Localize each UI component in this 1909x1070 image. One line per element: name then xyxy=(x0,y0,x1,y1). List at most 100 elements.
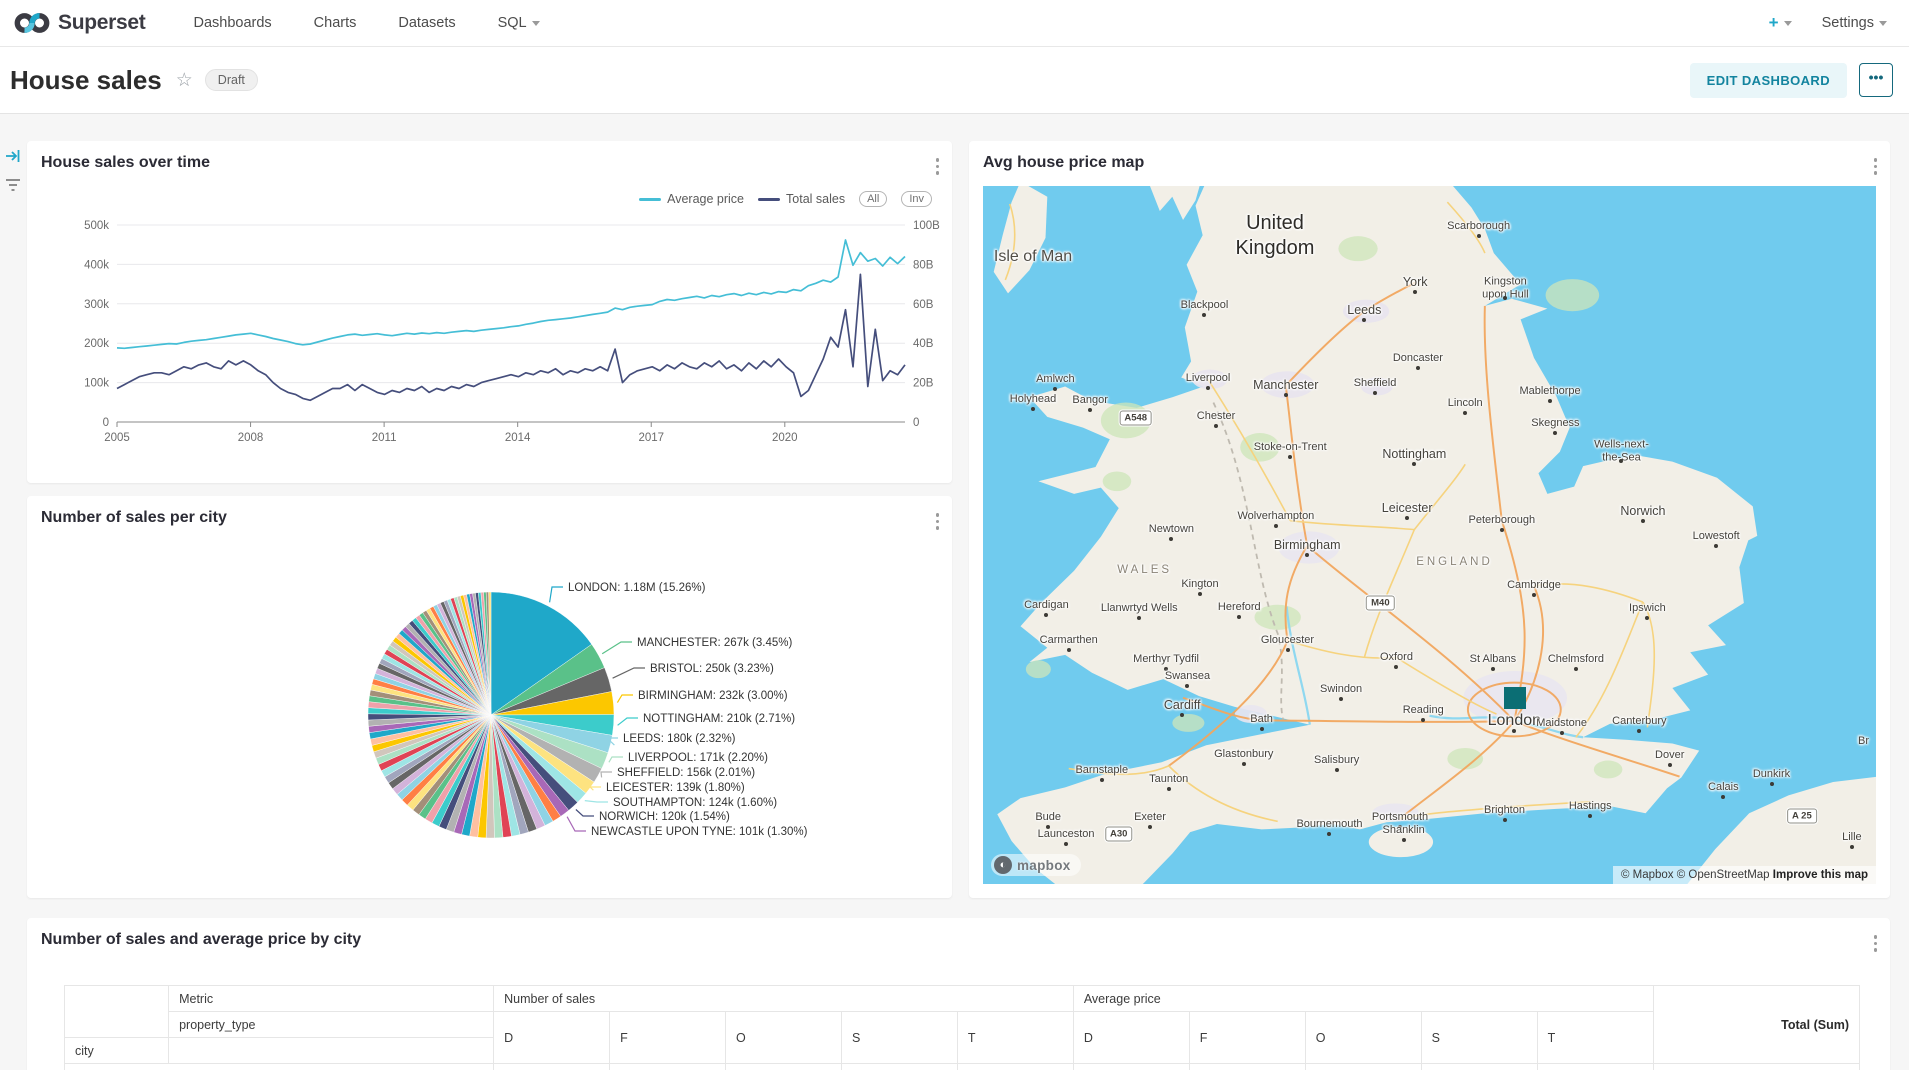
nav-item-sql[interactable]: SQL xyxy=(498,15,540,31)
chevron-down-icon xyxy=(532,21,540,26)
table-header-row-groups: Metric Number of sales Average price Tot… xyxy=(65,986,1860,1012)
map-city-dot xyxy=(1645,616,1649,620)
metric-header: Metric xyxy=(169,986,494,1012)
map-city-dot xyxy=(1362,318,1366,322)
map-label: Chester xyxy=(1197,410,1236,422)
map-city-dot xyxy=(1637,729,1641,733)
edit-dashboard-button[interactable]: EDIT DASHBOARD xyxy=(1690,63,1847,98)
map-city-dot xyxy=(1286,648,1290,652)
chart-card-house-sales-over-time: House sales over time Average price Tota… xyxy=(27,141,952,483)
map-city-dot xyxy=(1503,818,1507,822)
property-type-column-header[interactable]: D xyxy=(1073,1012,1189,1064)
map-city-dot xyxy=(1491,667,1495,671)
map-label: Portsmouth xyxy=(1372,811,1428,823)
map-label: Stoke-on-Trent xyxy=(1254,441,1327,453)
map-marker-london[interactable] xyxy=(1504,687,1526,709)
new-item-button[interactable]: + xyxy=(1769,13,1792,33)
property-type-column-header[interactable]: O xyxy=(726,1012,842,1064)
favorite-star-icon[interactable]: ☆ xyxy=(176,69,193,92)
chart-menu-kebab-icon[interactable] xyxy=(1871,155,1881,178)
nav-item-datasets[interactable]: Datasets xyxy=(398,15,455,31)
map-label: Exeter xyxy=(1134,811,1166,823)
map-label: Cambridge xyxy=(1507,579,1561,591)
svg-text:60B: 60B xyxy=(913,299,934,311)
superset-logo[interactable]: Superset xyxy=(14,11,145,35)
property-type-column-header[interactable]: T xyxy=(957,1012,1073,1064)
total-sum-header: Total (Sum) xyxy=(1653,986,1860,1064)
map-city-dot xyxy=(1044,613,1048,617)
map-city-dot xyxy=(1553,431,1557,435)
map-city-dot xyxy=(1237,615,1241,619)
map-label: Kington xyxy=(1181,578,1218,590)
property-type-column-header[interactable]: S xyxy=(841,1012,957,1064)
map-city-dot xyxy=(1305,553,1309,557)
map-city-dot xyxy=(1339,697,1343,701)
map-label: Hereford xyxy=(1218,601,1261,613)
map-label: Birmingham xyxy=(1274,538,1341,552)
chart-title: Avg house price map xyxy=(983,154,1144,172)
status-badge: Draft xyxy=(205,69,258,91)
mapbox-map[interactable]: United KingdomIsle of ManScarboroughYork… xyxy=(983,186,1876,884)
map-label: Norwich xyxy=(1620,504,1665,518)
map-city-dot xyxy=(1412,462,1416,466)
map-city-dot xyxy=(1053,387,1057,391)
svg-text:500k: 500k xyxy=(84,220,109,232)
svg-text:LEICESTER: 139k (1.80%): LEICESTER: 139k (1.80%) xyxy=(606,782,745,794)
zoom-inverse-button[interactable]: Inv xyxy=(901,191,932,207)
map-city-dot xyxy=(1260,727,1264,731)
property-type-column-header[interactable]: F xyxy=(610,1012,726,1064)
map-city-dot xyxy=(1402,838,1406,842)
map-label: Launceston xyxy=(1038,828,1095,840)
map-city-dot xyxy=(1202,313,1206,317)
map-label: Taunton xyxy=(1149,773,1188,785)
svg-text:BRISTOL: 250k (3.23%): BRISTOL: 250k (3.23%) xyxy=(650,663,774,675)
table-row[interactable]: ABBOTS LANGLEY539635268411.12k555k202k74… xyxy=(65,1064,1860,1070)
property-type-column-header[interactable]: O xyxy=(1305,1012,1421,1064)
chart-menu-kebab-icon[interactable] xyxy=(933,155,943,178)
map-label: United Kingdom xyxy=(1215,211,1335,261)
map-city-dot xyxy=(1031,407,1035,411)
map-label: Isle of Man xyxy=(994,248,1072,266)
property-type-column-header[interactable]: F xyxy=(1189,1012,1305,1064)
brand-name: Superset xyxy=(58,11,145,35)
svg-text:NEWCASTLE UPON TYNE: 101k (1.3: NEWCASTLE UPON TYNE: 101k (1.30%) xyxy=(591,826,808,838)
map-label: Ipswich xyxy=(1629,602,1666,614)
map-label: St Albans xyxy=(1470,653,1516,665)
map-attribution: © Mapbox © OpenStreetMap Improve this ma… xyxy=(1613,866,1876,884)
property-type-column-header[interactable]: T xyxy=(1537,1012,1653,1064)
map-label: Sheffield xyxy=(1354,377,1397,389)
value-cell: 26 xyxy=(726,1064,842,1070)
zoom-all-button[interactable]: All xyxy=(859,191,887,207)
map-label: Merthyr Tydfil xyxy=(1133,653,1199,665)
svg-text:100k: 100k xyxy=(84,378,109,390)
legend-total-sales[interactable]: Total sales xyxy=(758,192,845,206)
nav-item-dashboards[interactable]: Dashboards xyxy=(193,15,271,31)
legend-average-price[interactable]: Average price xyxy=(639,192,744,206)
map-city-dot xyxy=(1067,648,1071,652)
map-label: York xyxy=(1403,275,1428,289)
value-cell: 202k xyxy=(1189,1064,1305,1070)
more-options-button[interactable]: ••• xyxy=(1859,63,1893,97)
map-city-dot xyxy=(1574,667,1578,671)
expand-filter-bar-icon[interactable] xyxy=(5,148,21,169)
map-city-dot xyxy=(1242,762,1246,766)
map-city-dot xyxy=(1405,516,1409,520)
map-label: London xyxy=(1488,712,1541,730)
mapbox-logo[interactable]: ◐ mapbox xyxy=(991,854,1081,876)
filter-funnel-icon[interactable] xyxy=(5,178,21,197)
map-label: Wolverhampton xyxy=(1237,510,1314,522)
nav-item-charts[interactable]: Charts xyxy=(314,15,357,31)
value-cell: 539 xyxy=(494,1064,610,1070)
map-city-dot xyxy=(1503,296,1507,300)
improve-map-link[interactable]: Improve this map xyxy=(1773,869,1868,881)
map-label: Dover xyxy=(1655,749,1684,761)
property-type-column-header[interactable]: D xyxy=(494,1012,610,1064)
map-label: Carmarthen xyxy=(1040,634,1098,646)
settings-menu[interactable]: Settings xyxy=(1822,15,1887,31)
city-cell: ABBOTS LANGLEY xyxy=(65,1064,494,1070)
chart-menu-kebab-icon[interactable] xyxy=(933,510,943,533)
chart-menu-kebab-icon[interactable] xyxy=(1871,932,1881,955)
property-type-column-header[interactable]: S xyxy=(1421,1012,1537,1064)
value-cell: 294k xyxy=(1537,1064,1653,1070)
pie-chart-plot[interactable]: LONDON: 1.18M (15.26%)MANCHESTER: 267k (… xyxy=(27,496,952,898)
